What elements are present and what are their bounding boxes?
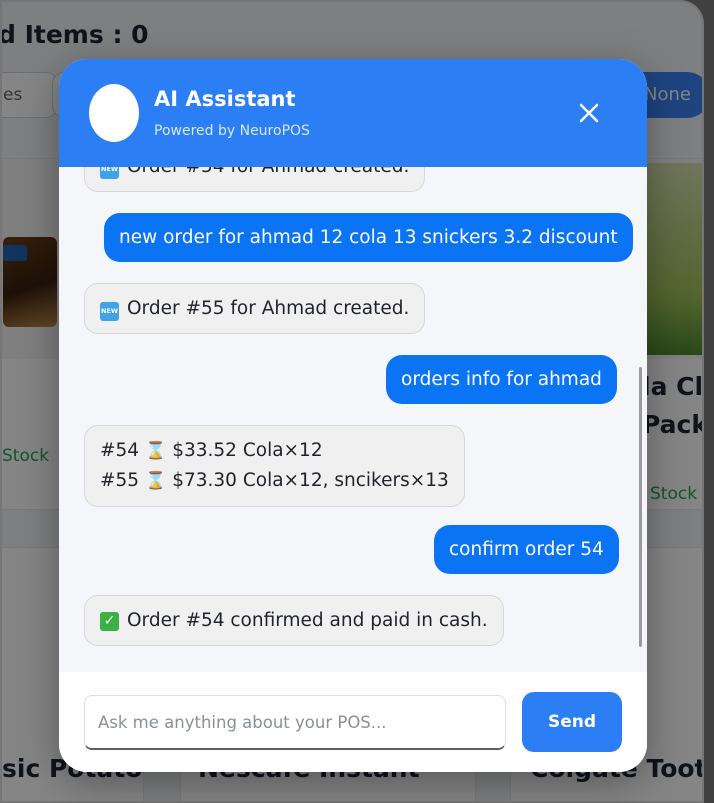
new-icon: NEW: [100, 302, 119, 321]
message-text: Order #55 for Ahmad created.: [127, 298, 410, 319]
new-icon: NEW: [100, 167, 119, 179]
user-message: new order for ahmad 12 cola 13 snickers …: [104, 213, 633, 262]
hourglass-icon: ⌛: [145, 441, 167, 461]
order-info-line: #54 ⌛ $33.52 Cola×12: [100, 436, 449, 466]
assistant-avatar: [89, 84, 139, 142]
message-text: new order for ahmad 12 cola 13 snickers …: [119, 227, 618, 248]
send-button[interactable]: Send: [522, 692, 622, 752]
order-id: #54: [100, 440, 140, 461]
chat-composer: Send: [59, 672, 647, 772]
modal-header: AI Assistant Powered by NeuroPOS: [59, 59, 647, 167]
check-icon: ✓: [100, 612, 119, 631]
user-message: orders info for ahmad: [386, 355, 617, 404]
modal-title: AI Assistant: [154, 87, 296, 111]
order-info-line: #55 ⌛ $73.30 Cola×12, sncikers×13: [100, 466, 449, 496]
order-summary: $73.30 Cola×12, sncikers×13: [172, 470, 449, 491]
message-text: Order #54 for Ahmad created.: [127, 167, 409, 177]
order-id: #55: [100, 470, 140, 491]
message-text: confirm order 54: [449, 539, 604, 560]
close-icon[interactable]: [573, 97, 605, 129]
message-text: orders info for ahmad: [401, 369, 602, 390]
user-message: confirm order 54: [434, 525, 619, 574]
bot-message: NEW Order #54 for Ahmad created.: [84, 167, 426, 192]
message-text: Order #54 confirmed and paid in cash.: [127, 610, 488, 631]
chat-scrollbar[interactable]: [639, 367, 642, 647]
ai-assistant-modal: AI Assistant Powered by NeuroPOS NEW Orde…: [59, 59, 647, 772]
bot-message: ✓ Order #54 confirmed and paid in cash.: [84, 595, 504, 646]
chat-messages[interactable]: NEW Order #54 for Ahmad created. new orde…: [59, 167, 647, 672]
chat-input[interactable]: [84, 695, 506, 750]
hourglass-icon: ⌛: [145, 471, 167, 491]
bot-message: NEW Order #55 for Ahmad created.: [84, 283, 426, 334]
order-summary: $33.52 Cola×12: [172, 440, 323, 461]
modal-subtitle: Powered by NeuroPOS: [154, 123, 310, 139]
bot-message: #54 ⌛ $33.52 Cola×12 #55 ⌛ $73.30 Cola×12, s…: [84, 425, 465, 507]
